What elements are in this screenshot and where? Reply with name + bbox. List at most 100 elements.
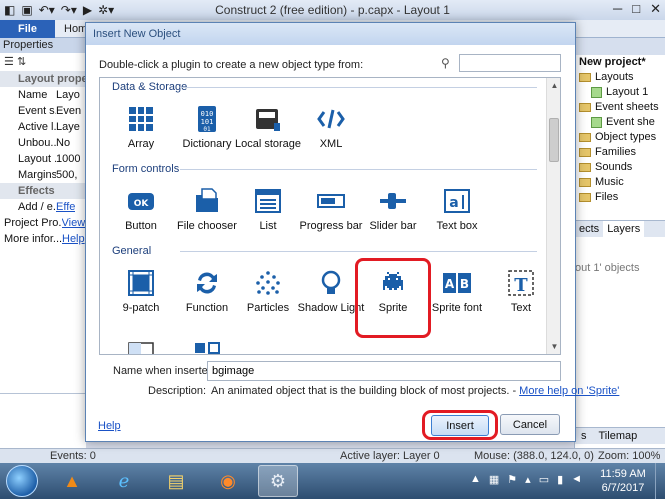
close-icon[interactable]: ✕ (650, 1, 661, 17)
property-section[interactable]: Effects (0, 183, 85, 199)
property-value[interactable]: View (62, 215, 85, 231)
scroll-down-icon[interactable]: ▼ (547, 339, 560, 354)
property-row[interactable]: Unbou... No (0, 135, 85, 151)
sprite-icon (378, 268, 408, 298)
folder-icon (579, 133, 591, 142)
project-tree-item[interactable]: New project* (575, 55, 665, 70)
property-row[interactable]: Name Layo (0, 87, 85, 103)
network-tray-icon[interactable]: ▦ (489, 473, 499, 486)
tray-expand-icon[interactable]: ▴ (525, 473, 531, 486)
display-tray-icon[interactable]: ▭ (539, 473, 549, 486)
vlc-icon[interactable]: ▲ (52, 465, 92, 497)
project-tree-item[interactable]: Event she (575, 115, 665, 130)
property-row[interactable]: Margins 500, (0, 167, 85, 183)
project-tree-item[interactable]: Event sheets (575, 100, 665, 115)
property-row[interactable]: Layout ...1000 (0, 151, 85, 167)
plugin-text-box[interactable]: a Text box (419, 176, 495, 256)
signal-tray-icon[interactable]: ▮ (557, 473, 563, 486)
property-row[interactable]: Project Pro... View (0, 215, 85, 231)
plugin-tiled[interactable]: Tiled (103, 330, 179, 354)
property-row[interactable]: Add / e...Effe (0, 199, 85, 215)
plugin-nine-patch[interactable]: 9-patch (103, 258, 179, 338)
dialog-instruction: Double-click a plugin to create a new ob… (99, 59, 364, 71)
plugin-xml[interactable]: XML (293, 94, 369, 174)
insert-new-object-dialog: Insert New Object Double-click a plugin … (85, 22, 619, 442)
folder-icon (579, 103, 591, 112)
slider-bar-icon (378, 186, 408, 216)
firefox-icon[interactable]: ◉ (208, 465, 248, 497)
construct2-taskbar-icon[interactable]: ⚙ (258, 465, 298, 497)
plugin-array[interactable]: Array (103, 94, 179, 174)
file-explorer-icon[interactable]: ▤ (156, 465, 196, 497)
category-divider (180, 87, 537, 88)
project-tree-item[interactable]: Object types (575, 130, 665, 145)
svg-text:T: T (514, 275, 528, 296)
flag-tray-icon[interactable]: ⚑ (507, 473, 517, 486)
show-desktop-button[interactable] (655, 463, 665, 499)
plugin-button[interactable]: OK Button (103, 176, 179, 256)
plugin-text[interactable]: T Text (483, 258, 546, 338)
local-storage-icon (253, 104, 283, 134)
insert-button[interactable]: Insert (431, 415, 489, 436)
property-value[interactable]: Effe (56, 199, 75, 215)
dictionary-icon: 010 101 01 (192, 104, 222, 134)
maximize-icon[interactable]: □ (632, 1, 640, 17)
file-tab[interactable]: File (0, 20, 55, 38)
folder-icon (579, 178, 591, 187)
property-name: Layout proper (18, 73, 85, 85)
project-tree-item[interactable]: Music (575, 175, 665, 190)
volume-tray-icon[interactable]: ◄ (571, 473, 582, 486)
project-tree-item[interactable]: Families (575, 145, 665, 160)
tab-layers[interactable]: Layers (603, 221, 645, 237)
start-button[interactable] (6, 465, 38, 497)
home-tab[interactable]: Hom (64, 23, 87, 35)
sort-alpha-icon[interactable]: ⇅ (17, 56, 26, 68)
minimize-icon[interactable]: ─ (613, 1, 622, 17)
property-row[interactable]: Active l...Laye (0, 119, 85, 135)
progress-bar-icon (316, 186, 346, 216)
categorize-icon[interactable]: ☰ (4, 56, 14, 68)
window-title-bar: ◧ ▣ ↶▾ ↷▾ ▶ ✲▾ Construct 2 (free edition… (0, 0, 665, 20)
layout-icon (591, 87, 602, 98)
plugin-search-input[interactable] (459, 54, 561, 72)
property-row[interactable]: More infor... Help (0, 231, 85, 247)
property-section[interactable]: Layout proper (0, 71, 85, 87)
svg-text:OK: OK (134, 199, 150, 209)
property-value: Laye (56, 121, 80, 133)
objects-hint: out 1' objects (575, 262, 640, 274)
internet-explorer-icon[interactable]: ℯ (104, 465, 144, 497)
project-tree-label: New project* (579, 56, 646, 68)
vlc-tray-icon[interactable]: ▲ (470, 473, 481, 486)
more-help-link[interactable]: More help on 'Sprite' (519, 385, 619, 397)
text-icon: T (506, 268, 536, 298)
property-row[interactable]: Event s...Even (0, 103, 85, 119)
property-value: Layo (56, 89, 80, 101)
project-tree-label: Families (595, 146, 636, 158)
project-tree-label: Object types (595, 131, 657, 143)
scroll-thumb[interactable] (549, 118, 559, 162)
windows-taskbar: ▲ ℯ ▤ ◉ ⚙ ▲ ▦ ⚑ ▴ ▭ ▮ ◄ 11:59 AM 6/7/201… (0, 463, 665, 499)
cancel-button[interactable]: Cancel (500, 414, 560, 435)
plugin-label: Button (125, 220, 157, 232)
description-text: An animated object that is the building … (211, 385, 619, 397)
help-link[interactable]: Help (98, 420, 121, 432)
plugin-list-scrollbar[interactable]: ▲ ▼ (546, 78, 560, 354)
property-name: Active l... (18, 121, 56, 133)
clock[interactable]: 11:59 AM 6/7/2017 (598, 467, 648, 495)
property-value: Even (56, 105, 82, 117)
project-tree-item[interactable]: Files (575, 190, 665, 205)
scroll-up-icon[interactable]: ▲ (547, 78, 560, 93)
project-tree-item[interactable]: Layout 1 (575, 85, 665, 100)
tab-objects[interactable]: ects (575, 221, 603, 237)
button-icon: OK (126, 186, 156, 216)
tab-objects-bottom[interactable]: s (575, 428, 593, 444)
tab-tilemap[interactable]: Tilemap (593, 428, 644, 444)
description-body: An animated object that is the building … (211, 385, 520, 397)
clock-time: 11:59 AM (600, 468, 646, 480)
search-icon: ⚲ (441, 56, 450, 70)
project-tree-item[interactable]: Layouts (575, 70, 665, 85)
plugin-tilemap[interactable]: Tilemap (169, 330, 245, 354)
property-value[interactable]: Help (62, 231, 85, 247)
project-tree-item[interactable]: Sounds (575, 160, 665, 175)
object-name-input[interactable] (207, 361, 561, 381)
